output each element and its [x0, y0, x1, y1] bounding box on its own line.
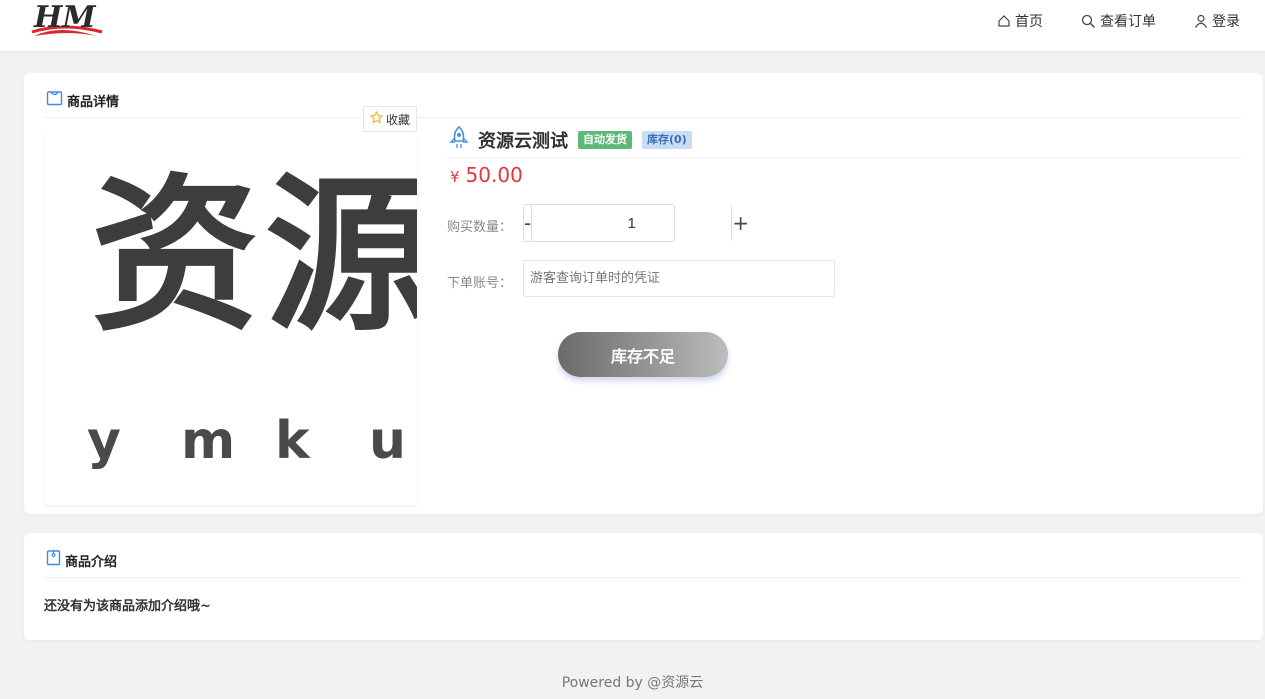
rocket-icon	[448, 125, 470, 154]
image-letter: k	[275, 411, 310, 471]
nav-home-label: 首页	[1015, 14, 1043, 30]
divider	[446, 157, 1241, 158]
user-icon	[1194, 14, 1208, 28]
favorite-button[interactable]: 收藏	[363, 106, 417, 132]
image-letter: y	[87, 411, 121, 471]
product-price: ¥50.00	[450, 163, 523, 187]
product-header: 资源云测试 自动发货 库存(0)	[448, 125, 692, 154]
intro-text: 还没有为该商品添加介绍哦~	[44, 599, 211, 614]
nav-login-label: 登录	[1212, 14, 1240, 30]
product-image: 资源 ymku	[45, 131, 417, 505]
detail-title: 商品详情	[46, 89, 119, 110]
quantity-label: 购买数量：	[447, 220, 513, 235]
account-input[interactable]	[523, 260, 835, 297]
quantity-input[interactable]	[532, 205, 732, 241]
star-icon	[369, 110, 384, 127]
detail-title-text: 商品详情	[67, 95, 120, 110]
product-intro-card: 商品介绍 还没有为该商品添加介绍哦~	[24, 533, 1263, 640]
nav-home[interactable]: 首页	[997, 11, 1043, 31]
stock-badge: 库存(0)	[642, 131, 692, 149]
site-logo[interactable]: HM	[30, 0, 106, 42]
intro-title-text: 商品介绍	[65, 555, 118, 570]
decrease-button[interactable]: -	[524, 205, 533, 241]
product-detail-card: 商品详情 资源 ymku 收藏 资源云测试 自动发货 库存(0) ¥50.00 …	[24, 73, 1263, 514]
currency-symbol: ¥	[450, 168, 460, 186]
tag-icon	[46, 549, 61, 570]
search-icon	[1081, 14, 1096, 29]
nav-login[interactable]: 登录	[1194, 11, 1240, 31]
image-small-text: ymku	[87, 411, 417, 471]
bag-icon	[46, 89, 63, 110]
main-nav: 首页 查看订单 登录	[997, 0, 1240, 42]
divider	[44, 577, 1241, 578]
favorite-label: 收藏	[385, 112, 410, 127]
logo-text: HM	[33, 2, 96, 35]
product-name: 资源云测试	[478, 131, 568, 152]
account-label: 下单账号：	[447, 276, 513, 291]
top-header: HM 首页 查看订单 登录	[0, 0, 1265, 51]
image-big-text: 资源	[91, 156, 417, 354]
quantity-stepper: - +	[523, 204, 749, 242]
increase-button[interactable]: +	[731, 205, 749, 241]
image-letter: u	[369, 411, 407, 471]
nav-orders[interactable]: 查看订单	[1081, 11, 1156, 31]
home-icon	[997, 14, 1011, 28]
footer-text: Powered by @资源云	[561, 675, 704, 691]
nav-orders-label: 查看订单	[1100, 14, 1156, 30]
intro-title: 商品介绍	[46, 549, 117, 570]
out-of-stock-button[interactable]: 库存不足	[558, 332, 728, 377]
image-letter: m	[181, 411, 236, 471]
divider	[44, 117, 1241, 118]
auto-delivery-badge: 自动发货	[578, 131, 632, 149]
price-value: 50.00	[465, 163, 523, 187]
